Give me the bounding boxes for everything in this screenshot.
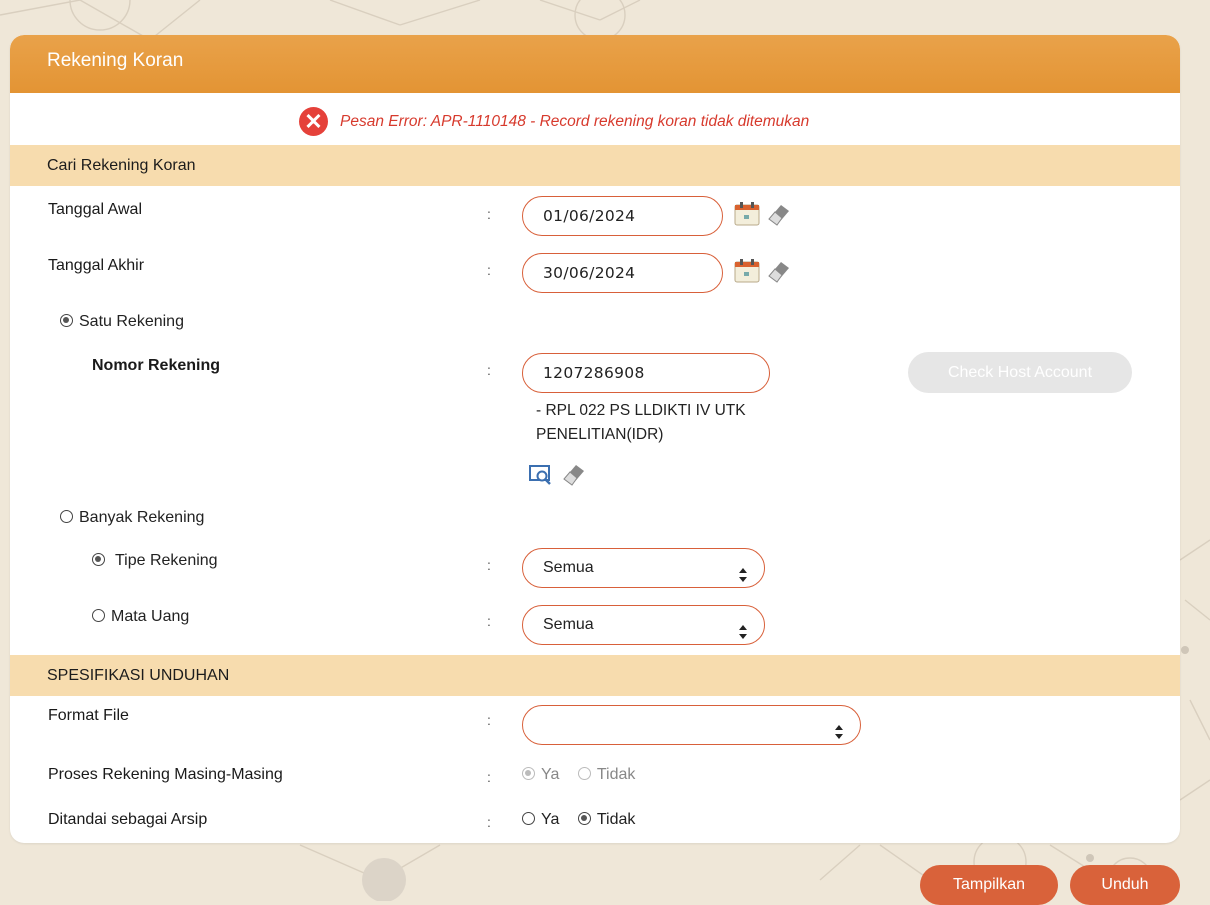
error-message: Pesan Error: APR-1110148 - Record rekeni… xyxy=(340,112,810,130)
multi-account-radio[interactable] xyxy=(60,510,73,523)
format-file-select[interactable] xyxy=(522,705,861,745)
currency-option[interactable]: Mata Uang xyxy=(92,608,189,626)
start-date-label: Tanggal Awal xyxy=(48,201,142,218)
single-account-radio[interactable] xyxy=(60,314,73,327)
multi-account-label: Banyak Rekening xyxy=(79,509,205,526)
currency-label: Mata Uang xyxy=(111,608,190,625)
currency-value: Semua xyxy=(543,616,594,633)
process-no-radio[interactable] xyxy=(577,767,591,780)
show-button[interactable]: Tampilkan xyxy=(920,865,1058,905)
account-number-input[interactable]: 1207286908 xyxy=(522,353,770,393)
colon: : xyxy=(487,206,491,222)
colon: : xyxy=(487,769,491,785)
single-account-option[interactable]: Satu Rekening xyxy=(60,313,184,331)
process-yes-label: Ya xyxy=(541,766,560,783)
close-icon: ✕ xyxy=(299,107,328,136)
format-file-label: Format File xyxy=(48,707,129,724)
colon: : xyxy=(487,613,491,629)
archive-no-label: Tidak xyxy=(596,811,636,828)
colon: : xyxy=(487,262,491,278)
search-section-title: Cari Rekening Koran xyxy=(10,145,1180,186)
currency-select[interactable]: Semua xyxy=(522,605,765,645)
eraser-icon[interactable] xyxy=(765,201,793,227)
account-number-label: Nomor Rekening xyxy=(92,357,221,374)
end-date-label: Tanggal Akhir xyxy=(48,257,145,274)
colon: : xyxy=(487,362,491,378)
colon: : xyxy=(487,712,491,728)
account-name-line2: PENELITIAN(IDR) xyxy=(536,426,664,443)
account-type-label: Tipe Rekening xyxy=(115,552,218,569)
search-icon[interactable] xyxy=(529,464,553,486)
eraser-icon[interactable] xyxy=(765,258,793,284)
select-caret-icon xyxy=(738,617,748,639)
account-name-line1: - RPL 022 PS LLDIKTI IV UTK xyxy=(536,402,746,419)
download-button[interactable]: Unduh xyxy=(1070,865,1180,905)
eraser-icon[interactable] xyxy=(560,461,588,487)
multi-account-option[interactable]: Banyak Rekening xyxy=(60,509,204,527)
account-type-select[interactable]: Semua xyxy=(522,548,765,588)
panel-header: Rekening Koran xyxy=(10,35,1180,93)
single-account-label: Satu Rekening xyxy=(79,313,184,330)
process-yes-radio[interactable] xyxy=(522,767,535,780)
archive-no-radio[interactable] xyxy=(577,812,591,825)
account-name: - RPL 022 PS LLDIKTI IV UTK PENELITIAN(I… xyxy=(536,399,746,447)
calendar-icon[interactable] xyxy=(734,202,760,226)
calendar-icon[interactable] xyxy=(734,259,760,283)
colon: : xyxy=(487,814,491,830)
archive-yes-label: Ya xyxy=(541,811,560,828)
account-type-value: Semua xyxy=(543,559,594,576)
start-date-input[interactable]: 01/06/2024 xyxy=(522,196,723,236)
archive-label: Ditandai sebagai Arsip xyxy=(48,811,208,828)
currency-radio[interactable] xyxy=(92,609,105,622)
process-label: Proses Rekening Masing-Masing xyxy=(48,766,283,783)
select-caret-icon xyxy=(834,717,844,739)
download-section-title: SPESIFIKASI UNDUHAN xyxy=(10,655,1180,696)
error-row: ✕ Pesan Error: APR-1110148 - Record reke… xyxy=(10,93,1180,145)
colon: : xyxy=(487,557,491,573)
process-no-label: Tidak xyxy=(596,766,636,783)
account-type-radio[interactable] xyxy=(92,553,105,566)
statement-panel: Rekening Koran ✕ Pesan Error: APR-111014… xyxy=(10,35,1180,843)
check-host-account-button[interactable]: Check Host Account xyxy=(908,352,1132,393)
process-options: Ya Tidak xyxy=(522,766,635,784)
select-caret-icon xyxy=(738,560,748,582)
account-type-option[interactable]: Tipe Rekening xyxy=(92,552,218,570)
archive-yes-radio[interactable] xyxy=(522,812,535,825)
end-date-input[interactable]: 30/06/2024 xyxy=(522,253,723,293)
archive-options: Ya Tidak xyxy=(522,811,635,829)
panel-title: Rekening Koran xyxy=(47,50,184,71)
